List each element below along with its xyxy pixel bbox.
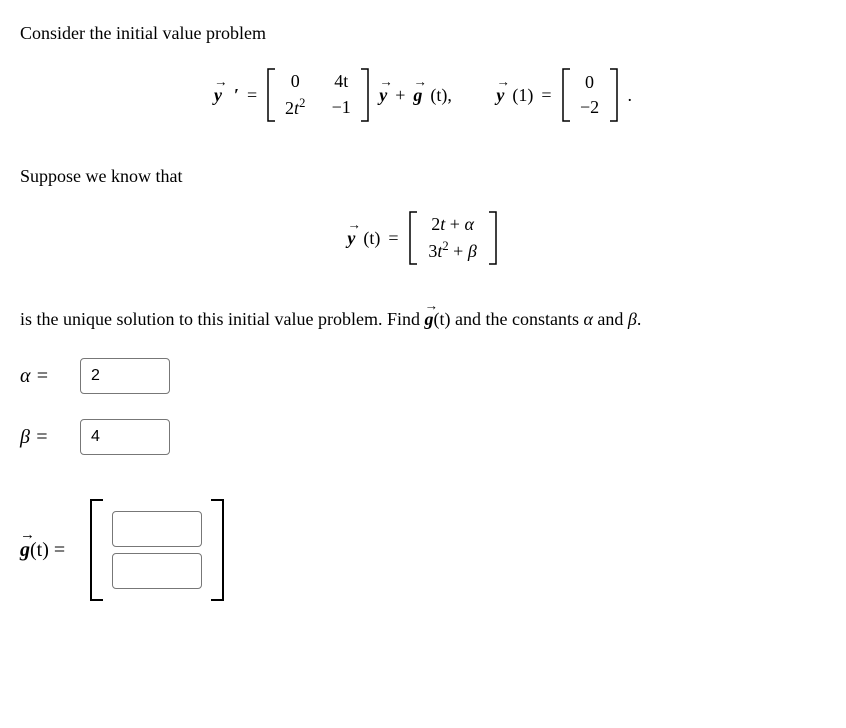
left-bracket-icon [85,495,107,605]
alpha-input[interactable] [80,358,170,394]
prime-symbol: ′ [234,85,239,106]
beta-label: β = [20,426,70,449]
matrix-A: 0 4t 2t2 −1 [265,67,371,123]
A-r2c2: −1 [327,95,355,121]
y1-arg: (1) [512,85,533,106]
yt-symbol: y [347,228,355,249]
y1-symbol: y [496,85,504,106]
beta-input[interactable] [80,419,170,455]
g-r2-input[interactable] [112,553,202,589]
A-r1c2: 4t [327,69,355,94]
alpha-answer-row: α = [20,358,826,394]
sol-r1: 2t + α [423,212,483,237]
g-vec-symbol: g [413,85,422,106]
A-r2c1: 2t2 [281,95,309,121]
yt-arg: (t) [363,228,380,249]
y-vec-symbol: y [379,85,387,106]
alpha-inline: α [583,309,592,329]
A-r1c1: 0 [281,69,309,94]
g-answer-row: g(t) = [20,495,826,605]
beta-answer-row: β = [20,419,826,455]
period-1: . [628,85,633,106]
solution-equation: y (t) = 2t + α 3t2 + β [20,210,826,266]
solution-vector: 2t + α 3t2 + β [407,210,499,266]
equals-3: = [388,228,398,249]
beta-inline: β [628,309,637,329]
equals-1: = [247,85,257,106]
y-prime-symbol: y [214,85,222,106]
y1-r1: 0 [576,70,604,95]
alpha-label: α = [20,365,70,388]
y1-r2: −2 [576,95,604,120]
y1-vector: 0 −2 [560,67,620,123]
equals-2: = [541,85,551,106]
ivp-equation: y ′ = 0 4t 2t2 −1 y + g (t), [20,67,826,123]
suppose-text: Suppose we know that [20,163,826,190]
g-of-t-text: (t), [430,85,452,106]
g-label: g(t) = [20,539,65,562]
plus-symbol: + [395,85,405,106]
g-inline: g [424,306,433,333]
sol-r2: 3t2 + β [423,238,483,264]
right-bracket-icon [207,495,229,605]
problem-intro: Consider the initial value problem [20,20,826,47]
conclusion-text: is the unique solution to this initial v… [20,306,826,333]
g-r1-input[interactable] [112,511,202,547]
